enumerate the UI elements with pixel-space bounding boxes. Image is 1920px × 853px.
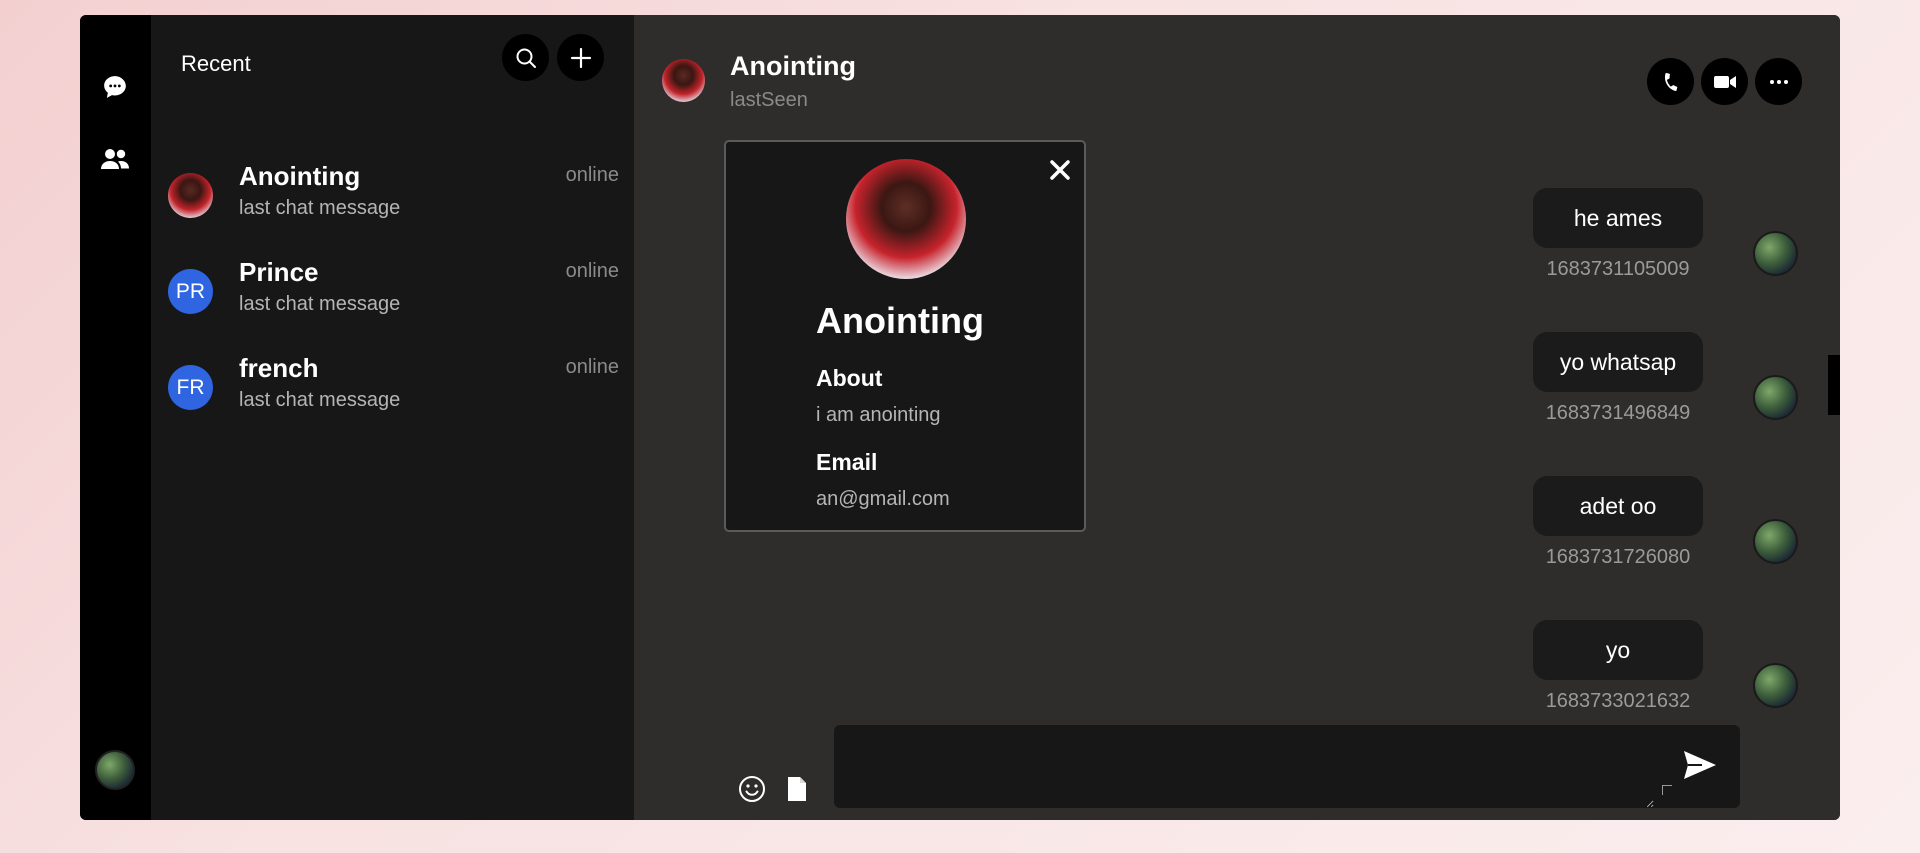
- sender-avatar: [1753, 663, 1798, 708]
- video-call-button[interactable]: [1701, 58, 1748, 105]
- header-contact-name[interactable]: Anointing: [730, 51, 856, 82]
- message-timestamp: 1683731496849: [1545, 402, 1691, 424]
- header-avatar[interactable]: [662, 59, 705, 102]
- message-timestamp: 1683731105009: [1546, 258, 1690, 280]
- message-composer: [834, 725, 1740, 808]
- message-timestamp: 1683733021632: [1545, 690, 1691, 712]
- contact-name: Anointing: [239, 161, 361, 191]
- sidebar: Recent Anointing last chat message onlin…: [151, 15, 634, 820]
- last-message: last chat message: [239, 293, 401, 315]
- contact-avatar: [168, 173, 213, 218]
- email-value: an@gmail.com: [816, 488, 950, 510]
- last-message: last chat message: [239, 197, 401, 219]
- nav-rail: [80, 15, 151, 820]
- file-icon[interactable]: [786, 775, 808, 808]
- status-text: online: [565, 356, 619, 378]
- profile-name: Anointing: [816, 300, 984, 341]
- message: he ames 1683731105009: [1533, 188, 1703, 281]
- status-text: online: [565, 164, 619, 186]
- contact-name: Prince: [239, 257, 319, 287]
- message: adet oo 1683731726080: [1533, 476, 1703, 569]
- video-icon: [1713, 75, 1736, 88]
- scrollbar-thumb[interactable]: [1828, 355, 1840, 415]
- phone-icon: [1664, 72, 1677, 91]
- message-input[interactable]: [834, 725, 1654, 808]
- message: yo 1683733021632: [1533, 620, 1703, 713]
- chat-bubble-icon[interactable]: [100, 72, 130, 102]
- search-icon: [516, 48, 536, 68]
- close-icon[interactable]: [1048, 158, 1072, 187]
- sidebar-title: Recent: [181, 51, 251, 76]
- chat-panel: Anointing lastSeen he ames 1683731105009…: [634, 15, 1840, 820]
- user-avatar[interactable]: [95, 750, 135, 790]
- message-bubble[interactable]: yo whatsap: [1533, 332, 1703, 392]
- send-icon[interactable]: [1682, 749, 1718, 786]
- about-label: About: [816, 365, 883, 391]
- contact-name: french: [239, 353, 319, 383]
- email-label: Email: [816, 449, 878, 475]
- plus-icon: [570, 47, 591, 68]
- search-button[interactable]: [502, 34, 549, 81]
- profile-card: Anointing About i am anointing Email an@…: [724, 140, 1086, 532]
- chat-list-item[interactable]: Anointing last chat message online: [151, 151, 634, 239]
- emoji-icon[interactable]: [738, 775, 766, 808]
- sender-avatar: [1753, 519, 1798, 564]
- status-text: online: [565, 260, 619, 282]
- more-options-button[interactable]: [1755, 58, 1802, 105]
- last-seen-text: lastSeen: [730, 89, 808, 111]
- last-message: last chat message: [239, 389, 401, 411]
- sender-avatar: [1753, 375, 1798, 420]
- profile-photo: [846, 159, 966, 279]
- call-button[interactable]: [1647, 58, 1694, 105]
- message: yo whatsap 1683731496849: [1533, 332, 1703, 425]
- users-icon[interactable]: [100, 144, 130, 174]
- contact-avatar: PR: [168, 269, 213, 314]
- chat-list-item[interactable]: FR french last chat message online: [151, 343, 634, 431]
- about-value: i am anointing: [816, 404, 941, 426]
- message-bubble[interactable]: adet oo: [1533, 476, 1703, 536]
- chat-list-item[interactable]: PR Prince last chat message online: [151, 247, 634, 335]
- message-timestamp: 1683731726080: [1545, 546, 1691, 568]
- new-chat-button[interactable]: [557, 34, 604, 81]
- message-bubble[interactable]: he ames: [1533, 188, 1703, 248]
- resize-handle[interactable]: [1662, 785, 1672, 795]
- more-icon: [1769, 79, 1788, 84]
- message-bubble[interactable]: yo: [1533, 620, 1703, 680]
- chat-app: Recent Anointing last chat message onlin…: [80, 15, 1840, 820]
- contact-avatar: FR: [168, 365, 213, 410]
- sender-avatar: [1753, 231, 1798, 276]
